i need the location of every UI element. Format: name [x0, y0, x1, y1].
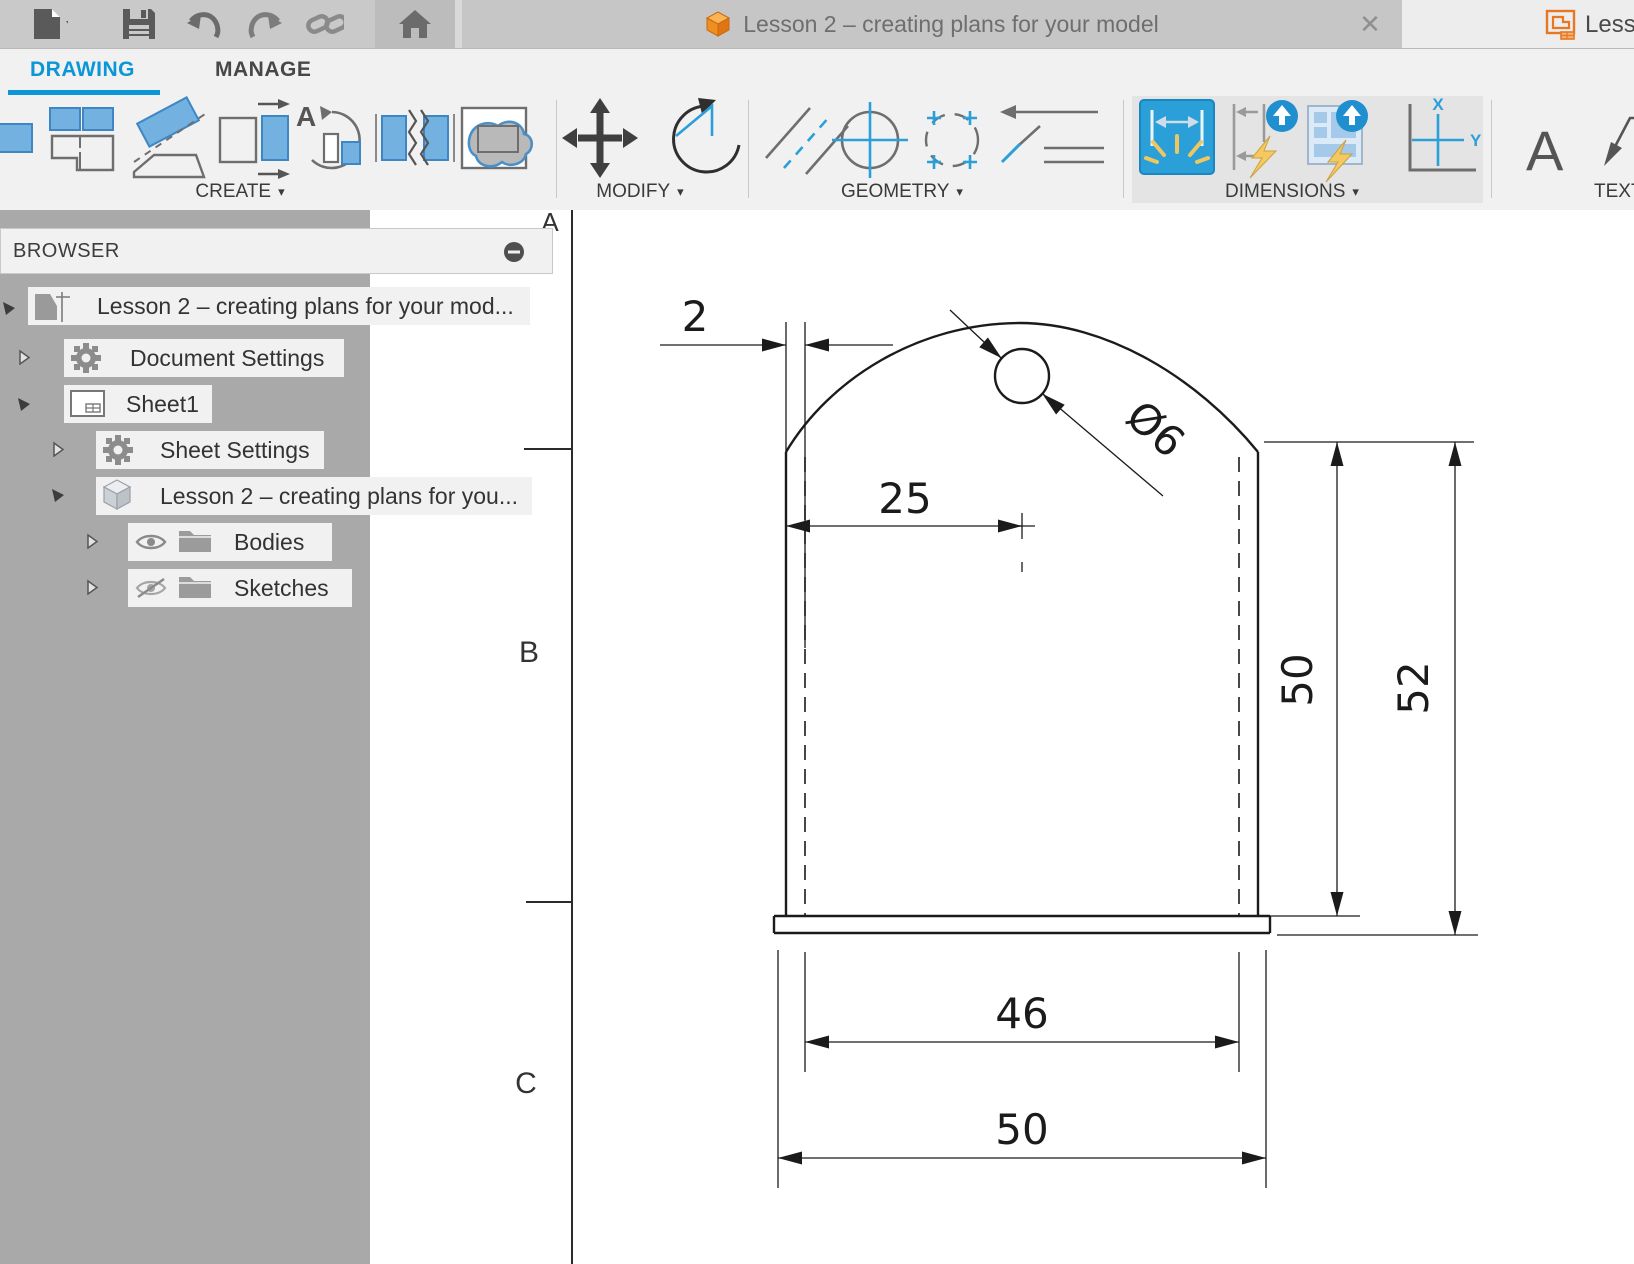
group-label-create[interactable]: CREATE▾ — [150, 180, 330, 204]
home-icon — [397, 8, 433, 40]
drawing-doc-icon — [1545, 9, 1577, 41]
dim-hole-diameter[interactable]: Ø6 — [1117, 391, 1194, 467]
tree-item-component[interactable]: Lesson 2 – creating plans for you... — [96, 477, 532, 515]
group-label-dimensions[interactable]: DIMENSIONS▾ — [1192, 180, 1392, 204]
dimension-tool-selected[interactable] — [1140, 100, 1214, 174]
svg-text:A: A — [1526, 119, 1564, 182]
document-tab-title: Lesson 2 – creating plans for your model — [743, 11, 1159, 38]
tab-drawing[interactable]: DRAWING — [30, 58, 135, 82]
visibility-off-eye-icon[interactable] — [134, 577, 168, 599]
dropdown-caret: ▾ — [1352, 184, 1359, 200]
redo-button[interactable] — [246, 6, 284, 42]
browser-title: BROWSER — [13, 240, 120, 263]
save-icon — [121, 7, 157, 41]
group-label-modify[interactable]: MODIFY▾ — [550, 180, 730, 204]
expanded-arrow-icon[interactable] — [16, 396, 32, 412]
tab-manage[interactable]: MANAGE — [215, 58, 311, 82]
secondary-tab[interactable]: Less — [1402, 0, 1634, 48]
projected-view-icon[interactable] — [50, 108, 113, 170]
section-view-icon[interactable] — [220, 99, 290, 179]
model-cube-icon — [705, 11, 731, 37]
tab-close-button[interactable]: ✕ — [1352, 8, 1388, 40]
rotate-icon[interactable] — [674, 98, 739, 172]
collapse-panel-icon[interactable] — [502, 240, 526, 264]
secondary-tab-title: Less — [1585, 11, 1634, 39]
gear-icon — [70, 342, 102, 374]
link-icon — [306, 7, 344, 41]
active-tab-underline — [8, 90, 160, 95]
svg-text:A: A — [296, 101, 316, 132]
new-file-button[interactable] — [30, 6, 68, 42]
drawing-sheet[interactable]: A B C 2 25 Ø6 50 — [370, 210, 1634, 1264]
ribbon-tab-bar: DRAWING MANAGE — [0, 48, 1634, 97]
collapsed-arrow-icon[interactable] — [84, 533, 100, 549]
expanded-arrow-icon[interactable] — [1, 300, 17, 316]
collapsed-arrow-icon[interactable] — [50, 441, 66, 457]
redo-icon — [246, 7, 284, 41]
dropdown-caret: ▾ — [278, 184, 285, 200]
folder-icon — [178, 526, 212, 554]
dimension-arrowheads — [762, 338, 1462, 1165]
center-mark-icon[interactable] — [832, 102, 908, 178]
document-tab[interactable]: Lesson 2 – creating plans for your model — [462, 0, 1402, 48]
leader-text-icon[interactable] — [1604, 118, 1634, 166]
zone-label-c: C — [515, 1067, 537, 1100]
baseline-dimension-icon[interactable] — [1234, 100, 1298, 178]
text-tool-icon[interactable]: A — [1526, 119, 1564, 182]
home-button[interactable] — [375, 0, 455, 48]
group-label-text[interactable]: TEXT — [1594, 180, 1634, 204]
gear-icon — [102, 434, 134, 466]
dropdown-caret: ▾ — [677, 184, 684, 200]
dim-hole-offset[interactable]: 25 — [878, 474, 931, 523]
collapsed-arrow-icon[interactable] — [16, 349, 32, 365]
dimension-lines — [660, 310, 1478, 1188]
sheet-border — [524, 210, 572, 1264]
drawing-file-icon — [33, 292, 73, 322]
break-view-icon[interactable] — [376, 110, 454, 165]
dim-overall-width[interactable]: 50 — [995, 1105, 1048, 1154]
file-icon — [30, 7, 68, 41]
component-cube-icon — [102, 479, 132, 511]
save-button[interactable] — [120, 6, 158, 42]
folder-icon — [178, 572, 212, 600]
base-view-icon[interactable] — [0, 124, 32, 152]
svg-text:X: X — [1432, 96, 1444, 114]
dropdown-caret: ▾ — [956, 184, 963, 200]
tree-item-root-document[interactable]: Lesson 2 – creating plans for your mod..… — [28, 287, 530, 325]
dim-inner-height[interactable]: 50 — [1273, 653, 1322, 706]
expanded-arrow-icon[interactable] — [50, 487, 66, 503]
group-label-geometry[interactable]: GEOMETRY▾ — [812, 180, 992, 204]
center-mark-pattern-icon[interactable] — [926, 111, 978, 169]
dim-overall-height[interactable]: 52 — [1389, 661, 1438, 714]
tree-item-document-settings[interactable]: Document Settings — [64, 339, 344, 377]
titlebar: Lesson 2 – creating plans for your model… — [0, 0, 1634, 48]
collapsed-arrow-icon[interactable] — [84, 579, 100, 595]
sheet-icon — [70, 390, 106, 418]
ordinate-dimension-icon[interactable]: X Y — [1410, 96, 1482, 170]
auxiliary-view-icon[interactable] — [134, 97, 208, 177]
hole-circle — [995, 349, 1049, 403]
detail-view-icon[interactable]: A — [296, 101, 360, 168]
dim-wall-thickness[interactable]: 2 — [682, 292, 709, 341]
tab-divider — [455, 0, 462, 48]
move-icon[interactable] — [562, 98, 638, 178]
visibility-eye-icon[interactable] — [134, 531, 168, 553]
share-link-button[interactable] — [306, 6, 344, 42]
undo-button[interactable] — [183, 6, 221, 42]
zone-label-b: B — [519, 636, 539, 669]
browser-header: BROWSER — [0, 228, 553, 274]
dim-inner-width[interactable]: 46 — [995, 989, 1048, 1038]
auto-dimension-icon[interactable] — [1308, 100, 1368, 182]
svg-text:Y: Y — [1470, 131, 1482, 150]
undo-icon — [183, 7, 221, 41]
part-outline — [774, 323, 1270, 933]
edge-extension-icon[interactable] — [1000, 105, 1104, 162]
crop-view-icon[interactable] — [462, 108, 532, 168]
